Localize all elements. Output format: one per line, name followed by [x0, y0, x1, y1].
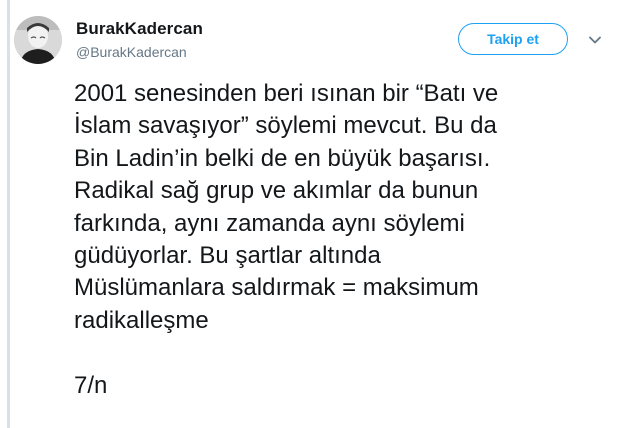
user-block: BurakKadercan @BurakKadercan [76, 18, 203, 62]
avatar[interactable] [14, 16, 62, 64]
display-name[interactable]: BurakKadercan [76, 18, 203, 40]
profile-avatar-icon [14, 16, 62, 64]
follow-button[interactable]: Takip et [458, 23, 568, 55]
tweet-menu-button[interactable] [584, 30, 606, 50]
chevron-down-icon [589, 36, 601, 44]
handle[interactable]: @BurakKadercan [76, 42, 203, 62]
thread-line [7, 0, 10, 428]
tweet-text: 2001 senesinden beri ısınan bir “Batı ve… [74, 80, 499, 399]
